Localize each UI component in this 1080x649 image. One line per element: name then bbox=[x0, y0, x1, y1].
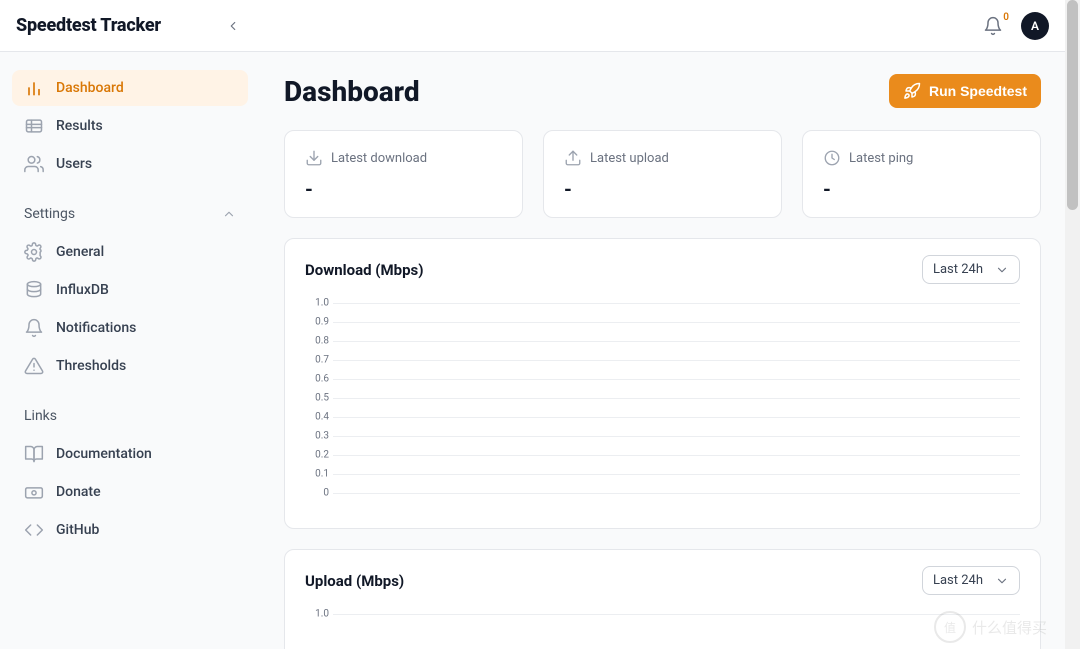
chart-card-upload: Upload (Mbps) Last 24h 1.0 bbox=[284, 549, 1041, 649]
chart-card-download: Download (Mbps) Last 24h 0 0.1 0.2 0.3 0.4 0.… bbox=[284, 238, 1041, 529]
y-tick-label: 0 bbox=[323, 488, 329, 499]
stat-card-download: Latest download - bbox=[284, 130, 523, 218]
gridline bbox=[333, 322, 1020, 323]
donate-icon bbox=[24, 482, 44, 502]
y-tick-label: 0.4 bbox=[315, 412, 329, 423]
sidebar-item-label: InfluxDB bbox=[56, 282, 109, 298]
sidebar-item-influxdb[interactable]: InfluxDB bbox=[12, 272, 248, 308]
gridline bbox=[333, 379, 1020, 380]
sidebar-item-users[interactable]: Users bbox=[12, 146, 248, 182]
y-tick-label: 0.2 bbox=[315, 450, 329, 461]
vertical-scrollbar[interactable] bbox=[1065, 0, 1080, 649]
section-label: Links bbox=[24, 408, 57, 424]
main-content: Dashboard Run Speedtest Latest download bbox=[260, 52, 1065, 649]
sidebar-item-notifications[interactable]: Notifications bbox=[12, 310, 248, 346]
sidebar-item-results[interactable]: Results bbox=[12, 108, 248, 144]
run-speedtest-button[interactable]: Run Speedtest bbox=[889, 74, 1041, 108]
sidebar: Dashboard Results Users Settings bbox=[0, 52, 260, 649]
sidebar-section-links: Links bbox=[12, 402, 248, 430]
sidebar-item-label: Dashboard bbox=[56, 80, 124, 96]
sidebar-item-label: GitHub bbox=[56, 522, 99, 538]
sidebar-item-label: Documentation bbox=[56, 446, 152, 462]
gridline bbox=[333, 436, 1020, 437]
y-tick-label: 0.1 bbox=[315, 469, 329, 480]
page-title: Dashboard bbox=[284, 75, 420, 108]
section-label: Settings bbox=[24, 206, 75, 222]
table-icon bbox=[24, 116, 44, 136]
gridline bbox=[333, 398, 1020, 399]
avatar[interactable]: A bbox=[1021, 12, 1049, 40]
upload-icon bbox=[564, 149, 582, 167]
sidebar-item-donate[interactable]: Donate bbox=[12, 474, 248, 510]
stat-value: - bbox=[823, 177, 1020, 201]
chevron-down-icon bbox=[995, 574, 1009, 588]
sidebar-item-label: Thresholds bbox=[56, 358, 126, 374]
gridline bbox=[333, 614, 1020, 615]
chart-plot: 1.0 bbox=[305, 609, 1020, 649]
y-tick-label: 1.0 bbox=[315, 298, 329, 309]
range-value: Last 24h bbox=[933, 262, 983, 277]
stat-card-upload: Latest upload - bbox=[543, 130, 782, 218]
stat-card-ping: Latest ping - bbox=[802, 130, 1041, 218]
sidebar-item-dashboard[interactable]: Dashboard bbox=[12, 70, 248, 106]
chevron-up-icon bbox=[222, 207, 236, 221]
notifications-button[interactable]: 0 bbox=[975, 8, 1011, 44]
gridline bbox=[333, 360, 1020, 361]
stat-label-text: Latest ping bbox=[849, 151, 913, 166]
y-tick-label: 0.3 bbox=[315, 431, 329, 442]
y-tick-label: 0.9 bbox=[315, 317, 329, 328]
sidebar-item-github[interactable]: GitHub bbox=[12, 512, 248, 548]
run-button-label: Run Speedtest bbox=[929, 83, 1027, 99]
time-range-select[interactable]: Last 24h bbox=[922, 255, 1020, 284]
sidebar-item-documentation[interactable]: Documentation bbox=[12, 436, 248, 472]
chart-plot: 0 0.1 0.2 0.3 0.4 0.5 0.6 0.7 0.8 0.9 1.0 bbox=[305, 298, 1020, 508]
bell-icon bbox=[983, 16, 1003, 36]
gridline bbox=[333, 303, 1020, 304]
users-icon bbox=[24, 154, 44, 174]
stat-label-text: Latest download bbox=[331, 151, 427, 166]
app-header: Speedtest Tracker 0 A bbox=[0, 0, 1065, 52]
gridline bbox=[333, 474, 1020, 475]
y-tick-label: 0.7 bbox=[315, 355, 329, 366]
scrollbar-thumb[interactable] bbox=[1067, 0, 1078, 210]
stat-value: - bbox=[564, 177, 761, 201]
bar-chart-icon bbox=[24, 78, 44, 98]
y-tick-label: 1.0 bbox=[315, 609, 329, 620]
notification-count-badge: 0 bbox=[1003, 12, 1009, 23]
sidebar-item-general[interactable]: General bbox=[12, 234, 248, 270]
y-tick-label: 0.5 bbox=[315, 393, 329, 404]
code-icon bbox=[24, 520, 44, 540]
stat-value: - bbox=[305, 177, 502, 201]
sidebar-item-label: Notifications bbox=[56, 320, 136, 336]
sidebar-collapse-button[interactable] bbox=[219, 12, 247, 40]
chart-title: Upload (Mbps) bbox=[305, 572, 404, 590]
warning-icon bbox=[24, 356, 44, 376]
clock-icon bbox=[823, 149, 841, 167]
sidebar-item-thresholds[interactable]: Thresholds bbox=[12, 348, 248, 384]
gridline bbox=[333, 493, 1020, 494]
rocket-icon bbox=[903, 82, 921, 100]
book-icon bbox=[24, 444, 44, 464]
gridline bbox=[333, 341, 1020, 342]
chevron-down-icon bbox=[995, 263, 1009, 277]
chart-title: Download (Mbps) bbox=[305, 261, 424, 279]
stat-label-text: Latest upload bbox=[590, 151, 669, 166]
database-icon bbox=[24, 280, 44, 300]
range-value: Last 24h bbox=[933, 573, 983, 588]
sidebar-item-label: Results bbox=[56, 118, 103, 134]
chevron-left-icon bbox=[226, 19, 240, 33]
sidebar-item-label: Donate bbox=[56, 484, 101, 500]
gear-icon bbox=[24, 242, 44, 262]
sidebar-section-settings[interactable]: Settings bbox=[12, 200, 248, 228]
sidebar-item-label: Users bbox=[56, 156, 92, 172]
bell-icon bbox=[24, 318, 44, 338]
time-range-select[interactable]: Last 24h bbox=[922, 566, 1020, 595]
sidebar-item-label: General bbox=[56, 244, 104, 260]
y-tick-label: 0.6 bbox=[315, 374, 329, 385]
gridline bbox=[333, 417, 1020, 418]
brand-title: Speedtest Tracker bbox=[16, 15, 161, 36]
download-icon bbox=[305, 149, 323, 167]
y-tick-label: 0.8 bbox=[315, 336, 329, 347]
gridline bbox=[333, 455, 1020, 456]
